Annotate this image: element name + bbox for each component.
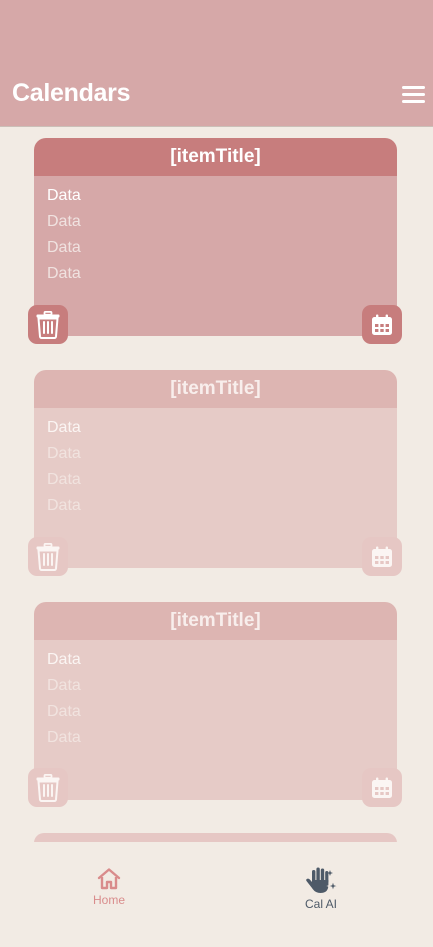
card-data-row: Data [47,651,81,668]
calendar-icon [372,777,392,798]
card-data-row: Data [47,497,81,514]
nav-cal-ai[interactable]: Cal AI [276,867,366,911]
open-calendar-button[interactable] [362,305,402,344]
bottom-navigation: Home Cal AI [0,842,433,947]
home-icon [97,868,121,890]
delete-button[interactable] [28,305,68,344]
trash-icon [36,310,60,339]
app-bar: Calendars [0,0,433,126]
calendar-card[interactable]: [itemTitle] Data Data Data Data [34,370,397,568]
card-title: [itemTitle] [34,138,397,176]
card-data-row: Data [47,419,81,436]
nav-cal-ai-label: Cal AI [304,897,337,911]
delete-button[interactable] [28,768,68,807]
calendar-icon [372,314,392,335]
card-data-row: Data [47,729,81,746]
card-body: Data Data Data Data [34,176,397,336]
ai-hand-sparkle-icon [306,867,339,893]
card-title: [itemTitle] [34,602,397,640]
calendar-list[interactable]: [itemTitle] Data Data Data Data [itemTit… [0,127,433,842]
card-data-row: Data [47,703,81,720]
hamburger-menu-icon[interactable] [402,84,426,104]
calendar-card-partial[interactable] [34,833,397,842]
card-data-row: Data [47,471,81,488]
card-body: Data Data Data Data [34,640,397,800]
open-calendar-button[interactable] [362,537,402,576]
nav-home-label: Home [92,893,125,907]
card-title: [itemTitle] [34,370,397,408]
calendar-icon [372,546,392,567]
card-data-row: Data [47,187,81,204]
card-data-row: Data [47,239,81,256]
calendar-card[interactable]: [itemTitle] Data Data Data Data [34,138,397,336]
card-body: Data Data Data Data [34,408,397,568]
card-data-row: Data [47,265,81,282]
nav-home[interactable]: Home [64,867,154,907]
calendar-card[interactable]: [itemTitle] Data Data Data Data [34,602,397,800]
page-title: Calendars [12,79,131,107]
card-data-row: Data [47,445,81,462]
trash-icon [36,773,60,802]
card-data-row: Data [47,213,81,230]
delete-button[interactable] [28,537,68,576]
card-data-row: Data [47,677,81,694]
open-calendar-button[interactable] [362,768,402,807]
trash-icon [36,542,60,571]
